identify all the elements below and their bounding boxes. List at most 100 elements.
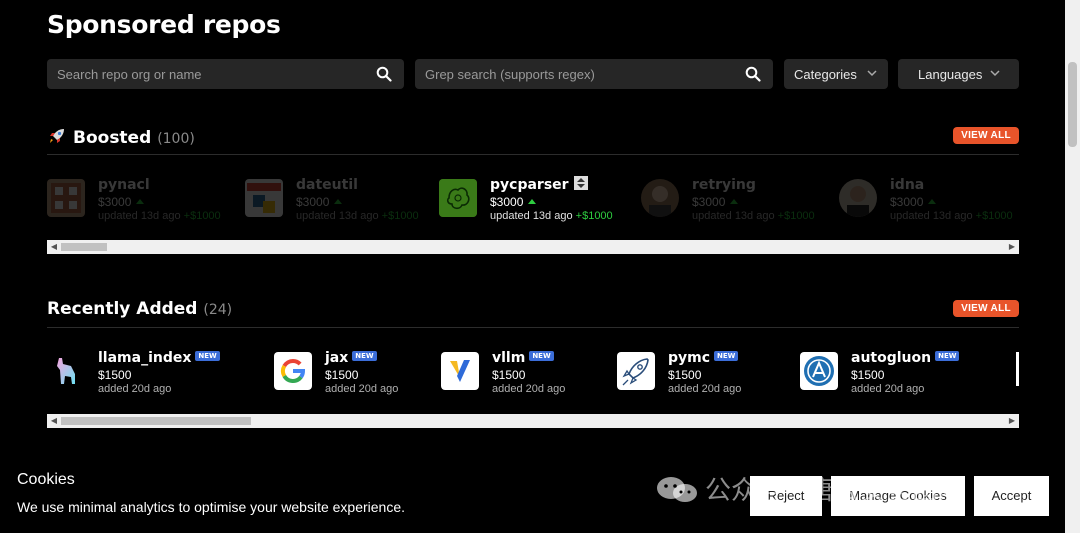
repo-name[interactable]: pynacl	[98, 177, 150, 193]
new-badge: NEW	[352, 351, 377, 361]
new-badge: NEW	[935, 351, 960, 361]
repo-price: $1500	[851, 368, 885, 382]
repo-card-pymc[interactable]: pymc NEW $1500 added 20d ago	[617, 350, 789, 402]
boosted-section-title: Boosted (100)	[47, 126, 195, 148]
repo-price: $3000	[490, 195, 524, 209]
repo-price: $1500	[668, 368, 702, 382]
repo-card-retrying[interactable]: retrying $3000 updated 13d ago +$1000	[641, 177, 831, 229]
repo-card-jax[interactable]: jax NEW $1500 added 20d ago	[274, 350, 434, 402]
repo-status: updated 13d ago	[890, 210, 973, 222]
recent-section-title: Recently Added (24)	[47, 299, 232, 319]
boosted-count: (100)	[157, 131, 195, 147]
scroll-right-arrow-icon[interactable]: ▶	[1005, 240, 1019, 254]
google-logo	[274, 352, 312, 390]
arrow-up-icon	[528, 199, 537, 204]
repo-card-autogluon[interactable]: autogluon NEW $1500 added 20d ago	[800, 350, 1005, 402]
vertical-scrollbar[interactable]	[1065, 0, 1080, 533]
retrying-avatar	[641, 179, 679, 217]
watermark-text: 公众号 · 唐去安全团队	[705, 476, 964, 506]
repo-name[interactable]: idna	[890, 177, 924, 193]
new-badge: NEW	[529, 351, 554, 361]
new-badge: NEW	[714, 351, 739, 361]
scrollbar-thumb[interactable]	[61, 417, 251, 425]
languages-dropdown[interactable]: Languages	[898, 59, 1019, 89]
repo-name[interactable]: autogluon	[851, 350, 931, 366]
divider	[47, 154, 1019, 155]
categories-dropdown[interactable]: Categories	[784, 59, 888, 89]
repo-price: $1500	[492, 368, 526, 382]
rocket-icon	[50, 129, 64, 143]
repo-price: $3000	[890, 195, 924, 209]
scroll-left-arrow-icon[interactable]: ◀	[47, 240, 61, 254]
repo-status: updated 13d ago	[296, 210, 379, 222]
repo-name[interactable]: pymc	[668, 350, 710, 366]
scrollbar-thumb[interactable]	[61, 243, 107, 251]
dateutil-logo	[245, 179, 283, 217]
recent-horizontal-scrollbar[interactable]: ◀ ▶	[47, 414, 1019, 428]
repo-status: added 20d ago	[851, 383, 925, 395]
accept-button[interactable]: Accept	[974, 476, 1049, 516]
arrow-up-icon	[136, 199, 145, 204]
boosted-horizontal-scrollbar[interactable]: ◀ ▶	[47, 240, 1019, 254]
divider	[47, 327, 1019, 328]
repo-card-vllm[interactable]: vllm NEW $1500 added 20d ago	[441, 350, 606, 402]
repo-status: updated 13d ago	[490, 210, 573, 222]
recent-view-all-button[interactable]: VIEW ALL	[953, 300, 1019, 317]
sort-icon	[574, 176, 589, 190]
cookie-title: Cookies	[17, 471, 75, 488]
next-repo-card-edge	[1016, 352, 1019, 386]
pymc-rocket-logo	[617, 352, 655, 390]
chevron-down-icon	[867, 70, 877, 77]
arrow-up-icon	[334, 199, 343, 204]
repo-price: $1500	[325, 368, 359, 382]
arrow-up-icon	[730, 199, 739, 204]
autogluon-logo	[800, 352, 838, 390]
repo-name[interactable]: dateutil	[296, 177, 358, 193]
boosted-title-text: Boosted	[73, 128, 152, 148]
repo-name[interactable]: retrying	[692, 177, 756, 193]
repo-status: added 20d ago	[668, 383, 742, 395]
repo-status: added 20d ago	[492, 383, 566, 395]
new-badge: NEW	[195, 351, 220, 361]
repo-card-idna[interactable]: idna $3000 updated 13d ago +$1000	[839, 177, 1017, 229]
repo-status: added 20d ago	[325, 383, 399, 395]
scroll-right-arrow-icon[interactable]: ▶	[1005, 414, 1019, 428]
scrollbar-thumb[interactable]	[1068, 62, 1077, 147]
pynacl-logo	[47, 179, 85, 217]
repo-price: $3000	[692, 195, 726, 209]
categories-label: Categories	[794, 67, 857, 82]
wechat-icon	[657, 477, 697, 502]
repo-status: added 20d ago	[98, 383, 172, 395]
search-icon[interactable]	[745, 66, 761, 82]
scroll-left-arrow-icon[interactable]: ◀	[47, 414, 61, 428]
repo-boost: +$1000	[575, 210, 613, 222]
repo-card-pycparser[interactable]: pycparser $3000 updated 13d ago +$1000	[439, 176, 629, 229]
search-icon[interactable]	[376, 66, 392, 82]
vllm-logo	[441, 352, 479, 390]
repo-boost: +$1000	[777, 210, 815, 222]
repo-search-input[interactable]: Search repo org or name	[47, 59, 404, 89]
repo-name[interactable]: llama_index	[98, 350, 191, 366]
repo-name[interactable]: vllm	[492, 350, 525, 366]
repo-card-llama-index[interactable]: llama_index NEW $1500 added 20d ago	[47, 350, 262, 402]
grep-search-placeholder: Grep search (supports regex)	[425, 67, 595, 82]
repo-card-pynacl[interactable]: pynacl $3000 updated 13d ago +$1000	[47, 177, 237, 229]
repo-name[interactable]: pycparser	[490, 177, 569, 193]
grep-search-input[interactable]: Grep search (supports regex)	[415, 59, 773, 89]
repo-price: $3000	[98, 195, 132, 209]
repo-name[interactable]: jax	[325, 350, 348, 366]
page: Sponsored repos Search repo org or name …	[0, 0, 1065, 533]
repo-price: $1500	[98, 368, 132, 382]
boosted-view-all-button[interactable]: VIEW ALL	[953, 127, 1019, 144]
llama-logo	[47, 352, 85, 390]
recent-count: (24)	[203, 302, 233, 318]
pycparser-logo	[439, 179, 477, 217]
watermark: 公众号 · 唐去安全团队	[655, 470, 964, 507]
chevron-down-icon	[990, 70, 1000, 77]
idna-avatar	[839, 179, 877, 217]
repo-card-dateutil[interactable]: dateutil $3000 updated 13d ago +$1000	[245, 177, 435, 229]
languages-label: Languages	[918, 67, 983, 82]
page-title: Sponsored repos	[47, 10, 281, 39]
repo-search-placeholder: Search repo org or name	[57, 67, 202, 82]
repo-price: $3000	[296, 195, 330, 209]
